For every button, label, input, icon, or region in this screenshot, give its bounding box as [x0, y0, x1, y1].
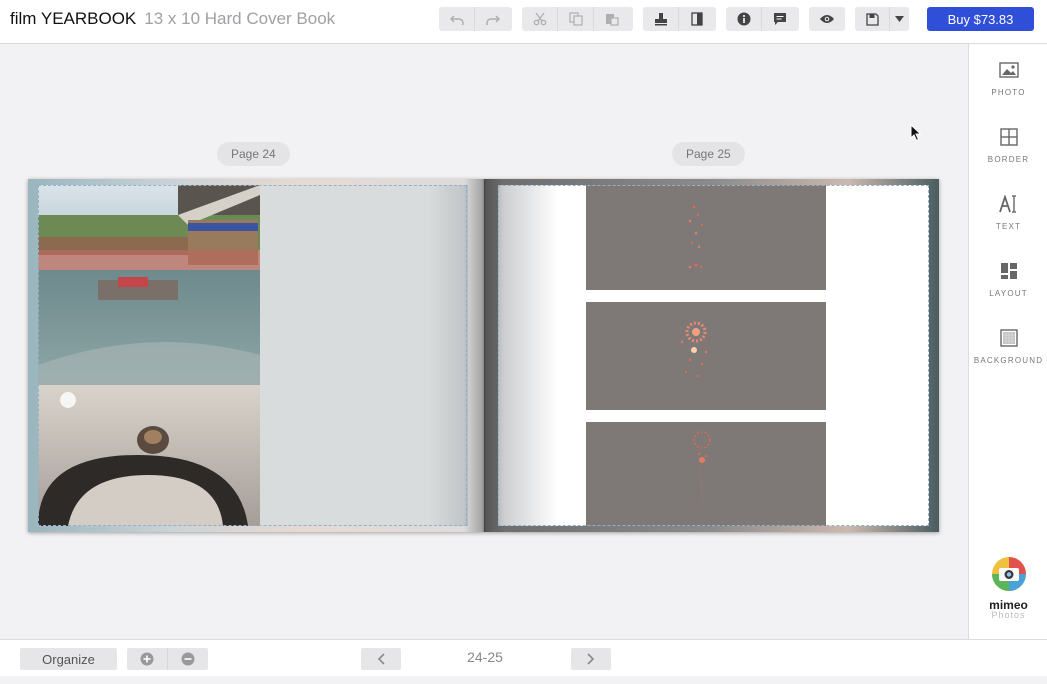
brand-subtitle: Photos [991, 610, 1026, 620]
zoom-controls [127, 648, 208, 670]
caret-down-icon [895, 16, 904, 22]
sidebar-item-label: BORDER [987, 155, 1030, 164]
border-icon [999, 128, 1018, 146]
layout-icon [1000, 263, 1017, 279]
eye-icon [820, 15, 834, 23]
redo-button[interactable] [475, 7, 511, 31]
cut-button[interactable] [522, 7, 558, 31]
bottom-strip [0, 676, 1047, 684]
save-options-dropdown[interactable] [890, 7, 909, 31]
mimeo-logo: mimeo Photos [969, 556, 1047, 620]
sidebar-item-label: TEXT [995, 222, 1022, 231]
product-name: 13 x 10 Hard Cover Book [144, 9, 336, 28]
spine-button[interactable] [679, 7, 715, 31]
background-icon [999, 329, 1018, 347]
photo-icon [998, 62, 1019, 78]
stamp-button[interactable] [643, 7, 679, 31]
info-group [726, 7, 799, 31]
chevron-left-icon [377, 653, 385, 665]
plus-circle-icon [140, 652, 154, 666]
sidebar-item-photo[interactable]: PHOTO [969, 58, 1047, 97]
preview-group [809, 7, 845, 31]
stamp-icon [654, 13, 667, 26]
zoom-out-button[interactable] [168, 648, 208, 670]
right-safe-area-guide [498, 185, 929, 526]
book-spine-icon [691, 12, 703, 26]
copy-button[interactable] [558, 7, 594, 31]
page-label-right[interactable]: Page 25 [672, 142, 745, 166]
save-group [855, 7, 909, 31]
sidebar-item-layout[interactable]: LAYOUT [969, 259, 1047, 298]
minus-circle-icon [181, 652, 195, 666]
sidebar-item-border[interactable]: BORDER [969, 125, 1047, 164]
left-safe-area-guide [38, 185, 467, 526]
mouse-cursor-icon [910, 124, 922, 142]
project-name: film YEARBOOK [10, 9, 137, 28]
zoom-in-button[interactable] [127, 648, 168, 670]
paste-icon [606, 14, 619, 26]
undo-icon [449, 15, 464, 25]
info-icon [737, 12, 750, 26]
top-bar: film YEARBOOK 13 x 10 Hard Cover Book Bu… [0, 0, 1047, 44]
sidebar-item-label: BACKGROUND [973, 356, 1044, 365]
sidebar-item-label: LAYOUT [989, 289, 1028, 298]
bottom-bar: Organize 24-25 [0, 639, 1047, 677]
history-group [439, 7, 512, 31]
tools-group [643, 7, 716, 31]
buy-button[interactable]: Buy $73.83 [927, 7, 1034, 31]
comment-icon [774, 13, 786, 25]
undo-button[interactable] [439, 7, 475, 31]
save-icon [865, 12, 879, 26]
redo-icon [486, 15, 500, 25]
book-title: film YEARBOOK 13 x 10 Hard Cover Book [10, 9, 335, 29]
clipboard-group [522, 7, 633, 31]
sidebar-item-background[interactable]: BACKGROUND [969, 326, 1047, 365]
previous-page-button[interactable] [361, 648, 401, 670]
preview-button[interactable] [809, 7, 845, 31]
tools-sidebar: PHOTO BORDER TEXT LAYOUT BACKGROUND mime… [968, 44, 1047, 639]
comment-button[interactable] [762, 7, 798, 31]
chevron-right-icon [587, 653, 595, 665]
copy-icon [568, 12, 583, 26]
page-label-left[interactable]: Page 24 [217, 142, 290, 166]
page-range: 24-25 [467, 649, 503, 665]
book-spread [28, 179, 939, 532]
sidebar-item-label: PHOTO [991, 88, 1026, 97]
organize-button[interactable]: Organize [20, 648, 117, 670]
info-button[interactable] [726, 7, 762, 31]
mimeo-camera-icon [991, 557, 1026, 591]
next-page-button[interactable] [571, 648, 611, 670]
text-icon [998, 195, 1016, 213]
scissors-icon [533, 12, 546, 26]
sidebar-item-text[interactable]: TEXT [969, 192, 1047, 231]
save-button[interactable] [855, 7, 890, 31]
paste-button[interactable] [594, 7, 630, 31]
